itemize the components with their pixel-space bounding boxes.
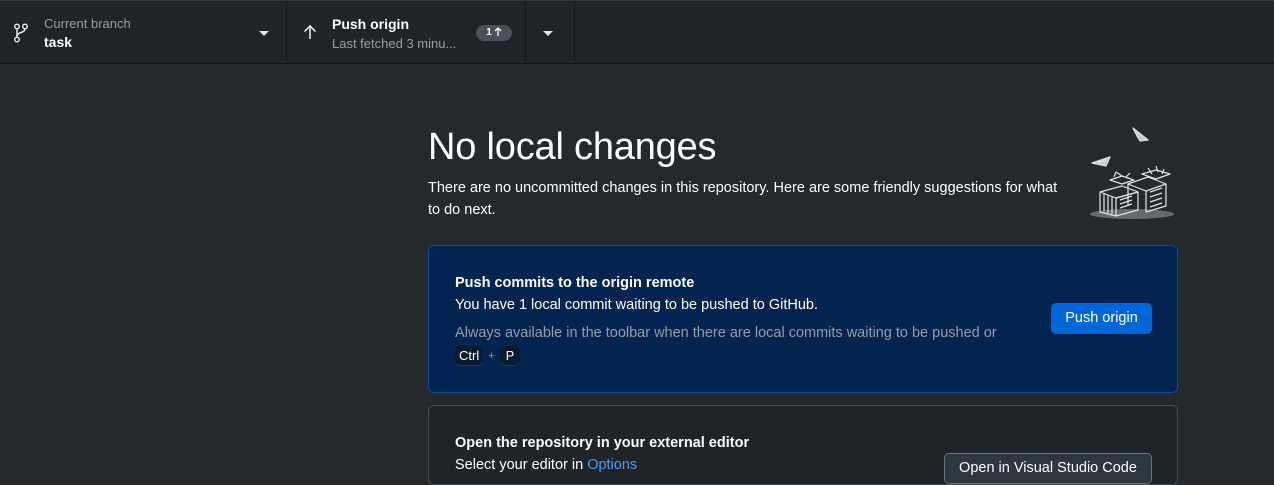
ahead-count-badge: 1 [476,25,512,41]
arrow-up-icon [303,24,317,39]
chevron-down-icon [259,31,269,36]
push-origin-card-button[interactable]: Push origin [1051,303,1152,334]
kbd-ctrl: Ctrl [455,346,484,366]
push-card-hint: Always available in the toolbar when the… [455,325,997,341]
editor-card-description: Select your editor in Options [455,457,637,473]
keyboard-shortcut: Ctrl + P [455,346,521,366]
push-label: Push origin [332,16,409,32]
editor-card-title: Open the repository in your external edi… [455,435,750,451]
kbd-plus: + [488,350,495,362]
push-origin-button[interactable]: Push origin Last fetched 3 minu... 1 [287,1,526,64]
push-card-description: You have 1 local commit waiting to be pu… [455,297,818,313]
branch-label: Current branch [44,16,131,31]
page-title: No local changes [428,126,717,168]
current-branch-button[interactable]: Current branch task [0,1,287,64]
branch-name: task [44,34,73,50]
kbd-p: P [499,346,521,366]
editor-card-description-text: Select your editor in [455,457,588,473]
toolbar: Current branch task Push origin Last fet… [0,0,1274,64]
empty-repository-illustration [1090,127,1174,219]
push-commits-card: Push commits to the origin remote You ha… [428,245,1178,393]
chevron-down-icon [543,31,553,36]
options-link[interactable]: Options [587,457,637,473]
arrow-up-icon [494,27,502,36]
open-editor-card: Open the repository in your external edi… [428,405,1178,485]
ahead-count: 1 [486,27,492,38]
push-card-title: Push commits to the origin remote [455,275,695,291]
push-dropdown-button[interactable] [526,1,575,64]
page-subtitle: There are no uncommitted changes in this… [428,180,1058,218]
last-fetched-label: Last fetched 3 minu... [332,36,457,51]
git-branch-icon [13,23,29,43]
